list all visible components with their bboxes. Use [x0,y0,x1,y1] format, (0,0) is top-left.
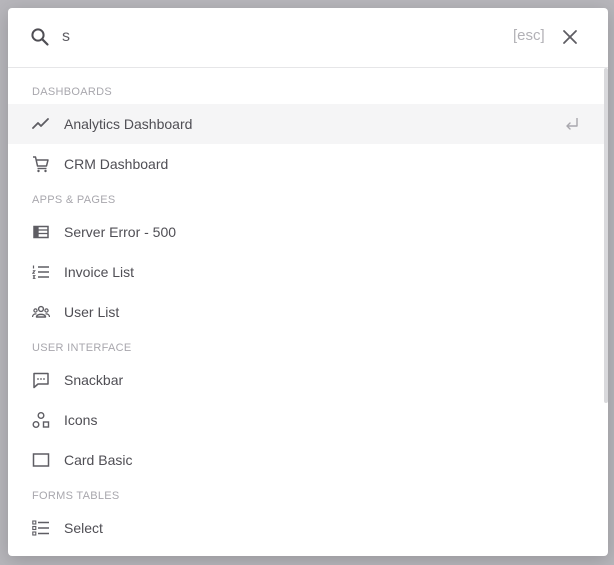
result-item-icons[interactable]: Icons [8,400,604,440]
search-icon [30,27,50,47]
scrollbar-thumb[interactable] [604,68,608,403]
close-icon[interactable] [561,28,579,46]
result-item-label: Snackbar [64,372,124,388]
result-item-label: CRM Dashboard [64,156,169,172]
section-header-user-interface: USER INTERFACE [32,342,132,354]
table-icon [32,223,50,241]
users-icon [32,303,50,321]
enter-key-icon [564,116,580,132]
result-item-crm-dashboard[interactable]: CRM Dashboard [8,144,604,184]
result-item-label: Analytics Dashboard [64,116,193,132]
result-item-label: User List [64,304,120,320]
search-dialog: [esc] DASHBOARDS Analytics Dashboard [8,8,608,556]
result-item-user-list[interactable]: User List [8,292,604,332]
section-header-forms-tables: FORMS TABLES [32,490,120,502]
result-item-select[interactable]: Select [8,508,604,548]
search-results: DASHBOARDS Analytics Dashboard CRM Dashb… [8,68,604,556]
search-bar: [esc] [8,8,608,68]
result-item-analytics-dashboard[interactable]: Analytics Dashboard [8,104,604,144]
checklist-icon [32,519,50,537]
result-item-invoice-list[interactable]: Invoice List [8,252,604,292]
result-item-label: Card Basic [64,452,133,468]
result-item-label: Invoice List [64,264,135,280]
esc-hint: [esc] [513,27,545,44]
trending-up-icon [32,115,50,133]
section-header-apps-pages: APPS & PAGES [32,194,116,206]
results-scrollbar[interactable] [604,68,608,556]
result-item-label: Icons [64,412,98,428]
result-item-snackbar[interactable]: Snackbar [8,360,604,400]
cart-icon [32,155,50,173]
shapes-icon [32,411,50,429]
search-input[interactable] [62,24,482,50]
numbered-list-icon [32,263,50,281]
result-item-card-basic[interactable]: Card Basic [8,440,604,480]
result-item-server-error[interactable]: Server Error - 500 [8,212,604,252]
message-icon [32,371,50,389]
section-header-dashboards: DASHBOARDS [32,86,113,98]
result-item-label: Server Error - 500 [64,224,177,240]
rectangle-icon [32,451,50,469]
result-item-label: Select [64,520,103,536]
